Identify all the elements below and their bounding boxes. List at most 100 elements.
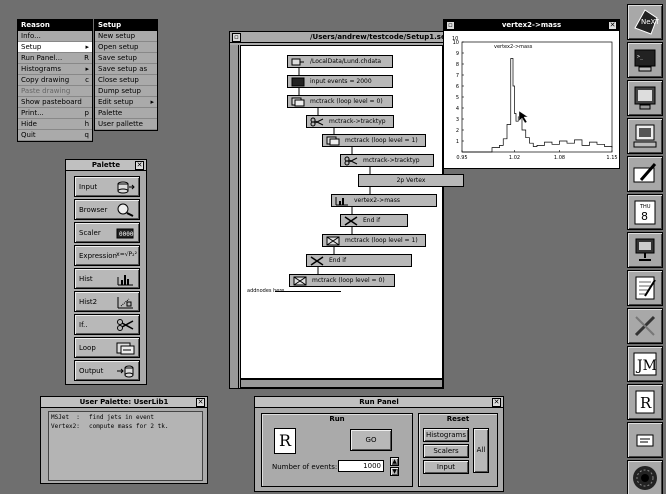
reason-menu-item[interactable]: Setup ▸	[18, 42, 92, 53]
reset-histograms-button[interactable]: Histograms	[423, 428, 469, 442]
palette-scaler-button[interactable]: Scaler 0000	[74, 222, 140, 243]
reason-menu-item[interactable]: Info...	[18, 31, 92, 42]
reset-input-button[interactable]: Input	[423, 460, 469, 474]
dock-tile[interactable]	[627, 308, 663, 344]
reason-menu-item[interactable]: Show pasteboard	[18, 97, 92, 108]
menu-item-shortcut: q	[84, 131, 89, 139]
palette-window: Palette ✕ Input Browser Scaler 0000 Expressi…	[65, 159, 147, 385]
palette-input-button[interactable]: Input	[74, 176, 140, 197]
dock-tile[interactable]: THU 8	[627, 194, 663, 230]
y-tick-label: 9	[456, 51, 459, 57]
palette-hist2-button[interactable]: Hist2	[74, 291, 140, 312]
go-button[interactable]: GO	[350, 429, 392, 451]
dock-tile[interactable]	[627, 118, 663, 154]
x-tick-label: 1.15	[606, 155, 617, 161]
reset-group: Reset Histograms Scalers Input All	[418, 413, 498, 487]
y-tick-label: 7	[456, 73, 459, 79]
palette-button-label: Expression	[79, 252, 117, 260]
menu-item-label: User pallette	[98, 120, 143, 128]
reset-scalers-button[interactable]: Scalers	[423, 444, 469, 458]
dock-tile[interactable]	[627, 270, 663, 306]
add-nodes-line	[275, 291, 341, 292]
reason-menu-item[interactable]: Histograms ▸	[18, 64, 92, 75]
setup-menu-item[interactable]: User pallette	[95, 119, 157, 130]
reason-menu-item[interactable]: Quit q	[18, 130, 92, 141]
user-palette-entry[interactable]: Vertex2: compute mass for 2 tk.	[51, 423, 200, 432]
loop-icon	[115, 341, 135, 355]
dock-tile[interactable]	[627, 422, 663, 458]
palette-button-label: If..	[79, 321, 88, 329]
menu-item-shortcut: R	[84, 54, 89, 62]
setup-menu-item[interactable]: Dump setup	[95, 86, 157, 97]
increment-button[interactable]: ▲	[390, 457, 399, 466]
dock-tile[interactable]	[627, 80, 663, 116]
dock-tile[interactable]	[627, 460, 663, 494]
reason-menu-item[interactable]: Print... p	[18, 108, 92, 119]
dock-tile[interactable]: NeXT	[627, 4, 663, 40]
palette-expression-button[interactable]: Expression x=√P₂²	[74, 245, 140, 266]
menu-item-label: Paste drawing	[21, 87, 71, 95]
submenu-arrow-icon: ▸	[85, 65, 89, 73]
palette-loop-button[interactable]: Loop	[74, 337, 140, 358]
reason-menu: Reason Info... Setup ▸ Run Panel... R Histogr…	[17, 19, 93, 142]
hist2-icon	[115, 295, 135, 309]
close-icon[interactable]: ✕	[492, 398, 501, 407]
close-icon[interactable]: ✕	[608, 21, 617, 30]
palette-titlebar[interactable]: Palette ✕	[66, 160, 146, 171]
user-palette-titlebar[interactable]: User Palette: UserLib1 ✕	[41, 397, 207, 408]
dock-tile[interactable]	[627, 156, 663, 192]
dock-tile[interactable]: R	[627, 384, 663, 420]
run-group-title: Run	[329, 415, 345, 423]
histogram-titlebar[interactable]: ▫ vertex2->mass ✕	[444, 20, 619, 31]
svg-text:NeXT: NeXT	[641, 18, 659, 26]
menu-item-label: Run Panel...	[21, 54, 63, 62]
menu-item-label: Show pasteboard	[21, 98, 82, 106]
menu-item-label: Info...	[21, 32, 41, 40]
entry-description: find jets in event	[89, 414, 155, 421]
reason-menu-item[interactable]: Hide h	[18, 119, 92, 130]
run-panel-titlebar[interactable]: Run Panel ✕	[255, 397, 503, 408]
miniaturize-icon[interactable]: ▫	[446, 21, 455, 30]
setup-menu-item[interactable]: Save setup	[95, 53, 157, 64]
y-tick-label: 1	[456, 139, 459, 145]
svg-text:8: 8	[641, 210, 648, 223]
chart-title: vertex2->mass	[494, 44, 533, 50]
plot-frame	[461, 41, 613, 153]
setup-menu-item[interactable]: Open setup	[95, 42, 157, 53]
setup-menu-item[interactable]: Edit setup ▸	[95, 97, 157, 108]
reason-menu-item[interactable]: Run Panel... R	[18, 53, 92, 64]
setup-menu-item[interactable]: Palette	[95, 108, 157, 119]
dock-tile[interactable]: >_	[627, 42, 663, 78]
setup-connectors	[298, 68, 371, 274]
palette-button-label: Loop	[79, 344, 96, 352]
reason-menu-item[interactable]: Copy drawing c	[18, 75, 92, 86]
palette-hist-button[interactable]: Hist	[74, 268, 140, 289]
close-icon[interactable]: ✕	[196, 398, 205, 407]
setup-menu-item[interactable]: Save setup as	[95, 64, 157, 75]
x-tick-label: 0.95	[456, 155, 467, 161]
events-field[interactable]: 1000	[338, 460, 384, 472]
events-label: Number of events:	[272, 463, 338, 471]
expression-icon: x=√P₂²	[116, 251, 137, 258]
setup-menu-item[interactable]: Close setup	[95, 75, 157, 86]
x-tick-label: 1.08	[554, 155, 565, 161]
menu-item-label: Open setup	[98, 43, 139, 51]
palette-output-button[interactable]: Output	[74, 360, 140, 381]
reason-menu-item: Paste drawing	[18, 86, 92, 97]
x-tick-label: 1.02	[509, 155, 520, 161]
dock-tile[interactable]: JM	[627, 346, 663, 382]
dock-tile[interactable]	[627, 232, 663, 268]
palette-if-button[interactable]: If..	[74, 314, 140, 335]
submenu-arrow-icon: ▸	[150, 98, 154, 106]
decrement-button[interactable]: ▼	[390, 467, 399, 476]
close-icon[interactable]: ✕	[135, 161, 144, 170]
user-palette-entry[interactable]: MSJet : find jets in event	[51, 414, 200, 423]
menu-item-label: Copy drawing	[21, 76, 70, 84]
palette-title: Palette	[91, 161, 121, 169]
palette-browser-button[interactable]: Browser	[74, 199, 140, 220]
palette-button-label: Output	[79, 367, 104, 375]
setup-menu-item[interactable]: New setup	[95, 31, 157, 42]
reason-menu-title: Reason	[18, 20, 92, 31]
reset-all-button[interactable]: All	[473, 428, 489, 473]
if-icon	[115, 318, 135, 332]
